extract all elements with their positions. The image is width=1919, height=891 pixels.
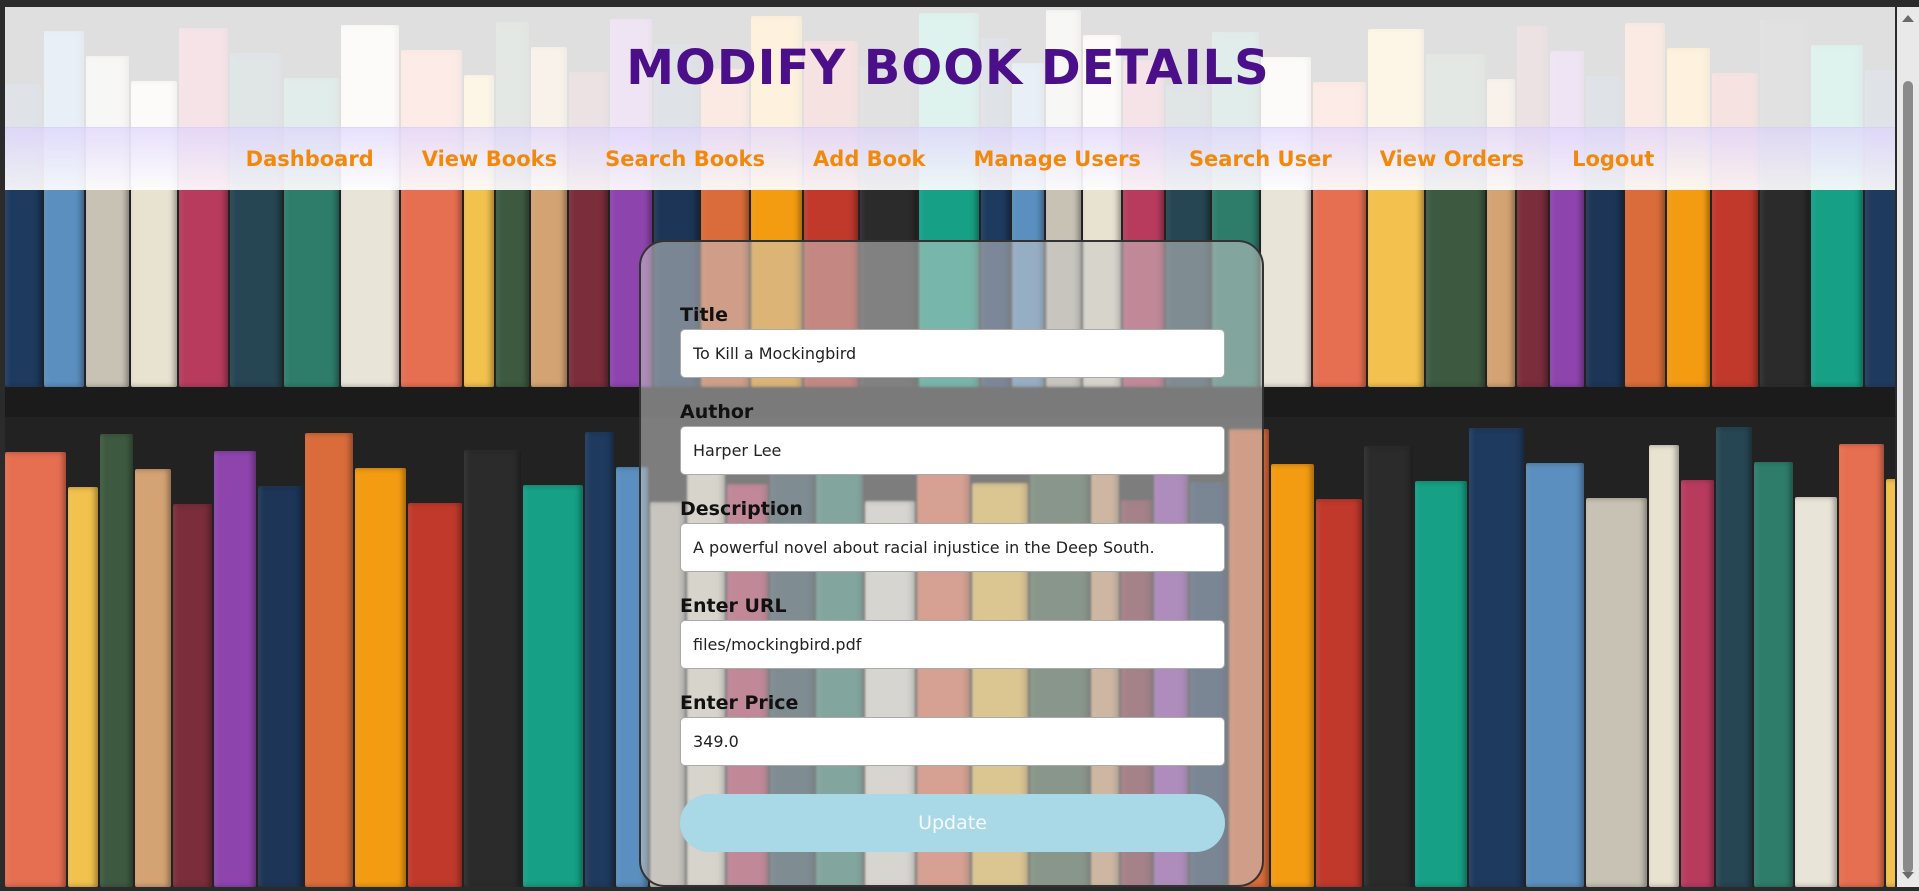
nav-view-books[interactable]: View Books <box>398 147 581 171</box>
nav-dashboard[interactable]: Dashboard <box>222 147 398 171</box>
book-spine <box>1716 427 1752 887</box>
nav-view-orders[interactable]: View Orders <box>1356 147 1548 171</box>
nav-logout[interactable]: Logout <box>1548 147 1678 171</box>
scroll-up-arrow-icon[interactable] <box>1902 15 1914 22</box>
book-spine <box>1364 446 1413 887</box>
description-input[interactable] <box>680 523 1225 572</box>
book-spine <box>1316 499 1362 887</box>
title-label: Title <box>680 304 728 326</box>
book-spine <box>408 503 462 887</box>
page-viewport: MODIFY BOOK DETAILS Dashboard View Books… <box>5 7 1895 887</box>
vertical-scrollbar[interactable] <box>1897 7 1919 887</box>
author-input[interactable] <box>680 426 1225 475</box>
url-input[interactable] <box>680 620 1225 669</box>
modify-book-form: Title Author Description Enter URL Enter… <box>639 240 1264 887</box>
price-label: Enter Price <box>680 692 799 714</box>
book-spine <box>258 486 303 887</box>
browser-frame: MODIFY BOOK DETAILS Dashboard View Books… <box>0 0 1919 891</box>
book-spine <box>1886 479 1895 887</box>
description-label: Description <box>680 498 803 520</box>
nav-search-user[interactable]: Search User <box>1165 147 1356 171</box>
book-spine <box>1795 497 1837 887</box>
book-spine <box>100 434 133 887</box>
book-spine <box>355 468 406 887</box>
book-spine <box>523 485 583 887</box>
main-nav: Dashboard View Books Search Books Add Bo… <box>5 127 1895 190</box>
book-spine <box>1469 428 1524 887</box>
price-input[interactable] <box>680 717 1225 766</box>
url-label: Enter URL <box>680 595 787 617</box>
page-header: MODIFY BOOK DETAILS <box>5 7 1895 127</box>
book-spine <box>1649 445 1679 887</box>
book-spine <box>1415 481 1467 887</box>
update-button[interactable]: Update <box>680 794 1225 852</box>
title-input[interactable] <box>680 329 1225 378</box>
nav-manage-users[interactable]: Manage Users <box>950 147 1165 171</box>
book-spine <box>1754 462 1793 887</box>
book-spine <box>68 487 98 887</box>
book-spine <box>135 469 171 887</box>
scroll-down-arrow-icon[interactable] <box>1902 872 1914 879</box>
book-spine <box>1526 463 1584 887</box>
nav-search-books[interactable]: Search Books <box>581 147 789 171</box>
scroll-thumb[interactable] <box>1903 81 1913 873</box>
book-spine <box>305 433 353 887</box>
book-spine <box>585 432 614 887</box>
book-spine <box>1839 444 1884 887</box>
book-spine <box>1586 498 1647 887</box>
book-spine <box>5 452 66 887</box>
book-spine <box>173 504 212 887</box>
book-spine <box>464 450 521 887</box>
nav-add-book[interactable]: Add Book <box>789 147 949 171</box>
book-spine <box>214 451 256 887</box>
book-spine <box>1271 464 1314 887</box>
page-title: MODIFY BOOK DETAILS <box>626 40 1270 96</box>
author-label: Author <box>680 401 754 423</box>
book-spine <box>1681 480 1714 887</box>
